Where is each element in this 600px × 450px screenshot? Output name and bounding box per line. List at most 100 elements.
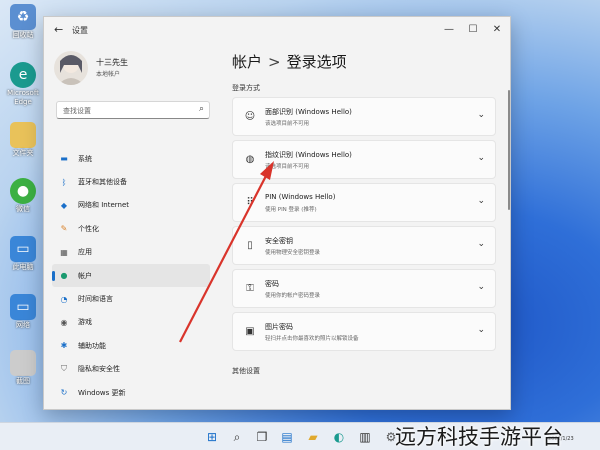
avatar[interactable] <box>54 51 88 85</box>
close-button[interactable]: ✕ <box>486 21 508 39</box>
accessibility-icon: ✱ <box>60 341 68 351</box>
breadcrumb-separator: > <box>268 53 281 71</box>
desktop-icon-label: 微信 <box>16 205 30 213</box>
main-content: 帐户 > 登录选项 登录方式 ☺ 面部识别 (Windows Hello) 该选项目… <box>216 43 510 409</box>
store-icon[interactable]: ▥ <box>356 428 374 446</box>
sidebar-item-network[interactable]: ◆ 网络和 Internet <box>52 194 210 217</box>
picture-icon: ▣ <box>245 326 255 337</box>
sidebar-item-label: 网络和 Internet <box>78 201 130 210</box>
sidebar-item-accounts[interactable]: ● 帐户 <box>52 263 210 288</box>
widgets-icon[interactable]: ▤ <box>278 428 296 446</box>
desktop-icon-label: 截图 <box>16 377 30 385</box>
maximize-button[interactable]: ☐ <box>462 21 484 39</box>
sidebar-item-system[interactable]: ▬ 系统 <box>52 147 210 170</box>
edge-icon: e <box>10 62 36 88</box>
key-icon: ⚿ <box>246 283 254 294</box>
usb-key-icon: ▯ <box>247 240 253 251</box>
scrollbar[interactable] <box>508 90 510 210</box>
monitor-icon: ▭ <box>10 236 36 262</box>
page-title: 登录选项 <box>286 53 347 71</box>
smile-icon: ☺ <box>244 111 256 122</box>
section-heading-login: 登录方式 <box>232 84 260 92</box>
option-title: 安全密钥 <box>265 237 293 245</box>
desktop-icon-network[interactable]: ▭ 网络 <box>4 294 42 346</box>
chevron-down-icon: ⌄ <box>477 153 485 163</box>
option-pin[interactable]: ⠿ PIN (Windows Hello) 使用 PIN 登录 (推荐) ⌄ <box>232 183 496 222</box>
option-title: PIN (Windows Hello) <box>265 193 336 201</box>
option-fingerprint[interactable]: ◍ 指纹识别 (Windows Hello) 该选项目前不可用 ⌄ <box>232 140 496 179</box>
bluetooth-icon: ᛒ <box>61 177 67 187</box>
option-picture-password[interactable]: ▣ 图片密码 轻扫并点击你最喜欢的照片以解锁设备 ⌄ <box>232 312 496 351</box>
desktop-icon-screenshot[interactable]: 截图 <box>4 350 42 402</box>
sidebar-item-label: 蓝牙和其他设备 <box>78 178 127 187</box>
sidebar-nav: ▬ 系统 ᛒ 蓝牙和其他设备 ◆ 网络和 Internet ✎ 个性化 ▦ 应用… <box>52 147 210 404</box>
settings-window: ← 设置 — ☐ ✕ 十三先生 本地帐户 查找设置 ⌕ ▬ 系统 ᛒ 蓝牙和其他… <box>43 16 511 410</box>
start-icon[interactable]: ⊞ <box>203 428 221 446</box>
option-subtitle: 使用物理安全密钥登录 <box>265 250 321 256</box>
option-title: 指纹识别 (Windows Hello) <box>265 151 352 159</box>
monitor-icon: ▬ <box>60 154 68 164</box>
option-face-recognition[interactable]: ☺ 面部识别 (Windows Hello) 该选项目前不可用 ⌄ <box>232 97 496 136</box>
option-title: 面部识别 (Windows Hello) <box>265 108 352 116</box>
sidebar-item-bluetooth[interactable]: ᛒ 蓝牙和其他设备 <box>52 170 210 193</box>
desktop-icons: ♻ 回收站 e Microsoft Edge 文件夹 ● 微信 ▭ 此电脑 ▭ … <box>0 0 46 420</box>
sidebar-item-time-language[interactable]: ◔ 时间和语言 <box>52 287 210 310</box>
wifi-icon: ◆ <box>60 200 68 210</box>
sidebar: 十三先生 本地帐户 查找设置 ⌕ ▬ 系统 ᛒ 蓝牙和其他设备 ◆ 网络和 In… <box>44 43 216 409</box>
sidebar-item-personalization[interactable]: ✎ 个性化 <box>52 217 210 240</box>
sidebar-item-accessibility[interactable]: ✱ 辅助功能 <box>52 334 210 357</box>
breadcrumb-parent[interactable]: 帐户 <box>232 53 262 71</box>
sidebar-item-label: 系统 <box>78 154 92 163</box>
search-placeholder: 查找设置 <box>63 107 91 115</box>
edge-icon[interactable]: ◐ <box>330 428 348 446</box>
user-name: 十三先生 <box>96 58 128 67</box>
desktop-icon-edge[interactable]: e Microsoft Edge <box>4 62 42 114</box>
desktop-icon-this-pc[interactable]: ▭ 此电脑 <box>4 236 42 288</box>
app-title: 设置 <box>72 26 88 35</box>
account-type: 本地帐户 <box>96 71 121 78</box>
keypad-icon: ⠿ <box>246 197 254 208</box>
option-security-key[interactable]: ▯ 安全密钥 使用物理安全密钥登录 ⌄ <box>232 226 496 265</box>
sidebar-item-label: 游戏 <box>78 318 92 327</box>
sidebar-item-privacy[interactable]: ⛉ 隐私和安全性 <box>52 358 210 381</box>
sidebar-item-label: 帐户 <box>78 271 92 280</box>
sidebar-item-label: 应用 <box>78 248 92 257</box>
option-subtitle: 使用 PIN 登录 (推荐) <box>265 207 317 213</box>
option-title: 密码 <box>265 280 279 288</box>
task-view-icon[interactable]: ❐ <box>253 428 271 446</box>
desktop-icon-wechat[interactable]: ● 微信 <box>4 178 42 230</box>
image-file-icon <box>10 350 36 376</box>
watermark-text: 远方科技手游平台 <box>395 425 563 449</box>
sidebar-item-gaming[interactable]: ◉ 游戏 <box>52 311 210 334</box>
desktop-icon-label: 回收站 <box>12 31 34 39</box>
apps-icon: ▦ <box>60 247 68 257</box>
person-icon: ● <box>60 271 68 281</box>
folder-icon <box>10 122 36 148</box>
desktop-icon-recycle-bin[interactable]: ♻ 回收站 <box>4 4 42 56</box>
option-password[interactable]: ⚿ 密码 使用你的帐户密码登录 ⌄ <box>232 269 496 308</box>
chevron-down-icon: ⌄ <box>477 282 485 292</box>
file-explorer-icon[interactable]: ▰ <box>304 428 322 446</box>
shield-icon: ⛉ <box>61 364 67 374</box>
avatar-image <box>58 55 84 85</box>
option-title: 图片密码 <box>265 323 293 331</box>
sidebar-item-label: 辅助功能 <box>78 341 106 350</box>
fingerprint-icon: ◍ <box>245 154 255 165</box>
desktop-icon-folder[interactable]: 文件夹 <box>4 122 42 174</box>
update-icon: ↻ <box>60 388 68 398</box>
brush-icon: ✎ <box>60 224 68 234</box>
desktop-icon-label: Microsoft Edge <box>7 89 39 106</box>
desktop-icon-label: 文件夹 <box>12 149 34 157</box>
minimize-button[interactable]: — <box>438 21 460 39</box>
sidebar-item-windows-update[interactable]: ↻ Windows 更新 <box>52 381 210 404</box>
search-input[interactable]: 查找设置 ⌕ <box>56 101 210 119</box>
desktop-icon-label: 此电脑 <box>12 263 34 271</box>
globe-icon: ◔ <box>60 294 68 304</box>
search-icon[interactable]: ⌕ <box>228 428 246 446</box>
option-subtitle: 该选项目前不可用 <box>265 164 310 170</box>
option-subtitle: 使用你的帐户密码登录 <box>265 293 321 299</box>
back-arrow-icon[interactable]: ← <box>54 24 66 36</box>
sidebar-item-apps[interactable]: ▦ 应用 <box>52 241 210 264</box>
sidebar-item-label: 时间和语言 <box>78 295 113 304</box>
sidebar-item-label: 隐私和安全性 <box>78 365 120 374</box>
